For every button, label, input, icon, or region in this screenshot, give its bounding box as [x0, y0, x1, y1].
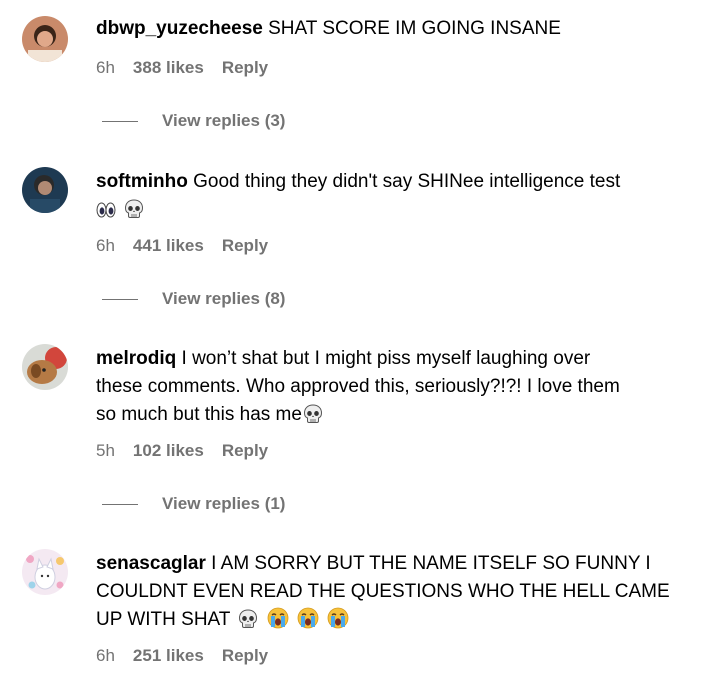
comment-meta: 6h 251 likes Reply: [96, 646, 268, 666]
avatar[interactable]: [22, 167, 68, 213]
comment-likes[interactable]: 388 likes: [133, 58, 204, 78]
replies-divider: [102, 503, 138, 505]
comment-text-line: so much but this has me: [96, 404, 302, 425]
comment-time[interactable]: 6h: [96, 646, 115, 666]
view-replies-label: View replies (1): [162, 494, 286, 513]
comment-time[interactable]: 6h: [96, 58, 115, 78]
comment-likes[interactable]: 251 likes: [133, 646, 204, 666]
comment-time[interactable]: 5h: [96, 441, 115, 461]
view-replies-label: View replies (3): [162, 111, 286, 130]
view-replies-button[interactable]: View replies (8): [102, 289, 285, 309]
comment-body: senascaglar I AM SORRY BUT THE NAME ITSE…: [96, 550, 686, 638]
comment-text-line: UP WITH SHAT: [96, 609, 231, 630]
comment-likes[interactable]: 441 likes: [133, 236, 204, 256]
comment-body: melrodiq I won’t shat but I might piss m…: [96, 345, 686, 433]
comment-time[interactable]: 6h: [96, 236, 115, 256]
comment-meta: 6h 388 likes Reply: [96, 58, 268, 78]
view-replies-button[interactable]: View replies (1): [102, 494, 285, 514]
comment-likes[interactable]: 102 likes: [133, 441, 204, 461]
comment-text-line: I AM SORRY BUT THE NAME ITSELF SO FUNNY …: [211, 553, 651, 574]
comment-text: Good thing they didn't say SHINee intell…: [193, 171, 621, 192]
view-replies-label: View replies (8): [162, 289, 286, 308]
reply-button[interactable]: Reply: [222, 441, 268, 461]
comment-body: softminho Good thing they didn't say SHI…: [96, 168, 686, 228]
skull-emoji-icon: [303, 404, 323, 433]
skull-emoji-icon: [124, 199, 144, 228]
comment-meta: 5h 102 likes Reply: [96, 441, 268, 461]
comment-text-line: I won’t shat but I might piss myself lau…: [181, 348, 591, 369]
avatar[interactable]: [22, 344, 68, 390]
replies-divider: [102, 120, 138, 122]
avatar[interactable]: [22, 16, 68, 62]
eyes-emoji-icon: [96, 200, 116, 228]
comment-username[interactable]: melrodiq: [96, 348, 176, 369]
replies-divider: [102, 298, 138, 300]
loudly-crying-face-emoji-icon: [327, 607, 349, 638]
reply-button[interactable]: Reply: [222, 58, 268, 78]
skull-emoji-icon: [238, 609, 258, 638]
comment-username[interactable]: senascaglar: [96, 553, 206, 574]
reply-button[interactable]: Reply: [222, 236, 268, 256]
loudly-crying-face-emoji-icon: [297, 607, 319, 638]
comment-text: SHAT SCORE IM GOING INSANE: [268, 18, 561, 39]
comment-text-line: these comments. Who approved this, serio…: [96, 376, 620, 397]
view-replies-button[interactable]: View replies (3): [102, 111, 285, 131]
comment-username[interactable]: dbwp_yuzecheese: [96, 18, 263, 39]
reply-button[interactable]: Reply: [222, 646, 268, 666]
avatar[interactable]: [22, 549, 68, 595]
loudly-crying-face-emoji-icon: [267, 607, 289, 638]
comment-text-line: COULDNT EVEN READ THE QUESTIONS WHO THE …: [96, 581, 670, 602]
comment-meta: 6h 441 likes Reply: [96, 236, 268, 256]
comment-username[interactable]: softminho: [96, 171, 188, 192]
comment-body: dbwp_yuzecheese SHAT SCORE IM GOING INSA…: [96, 15, 686, 43]
